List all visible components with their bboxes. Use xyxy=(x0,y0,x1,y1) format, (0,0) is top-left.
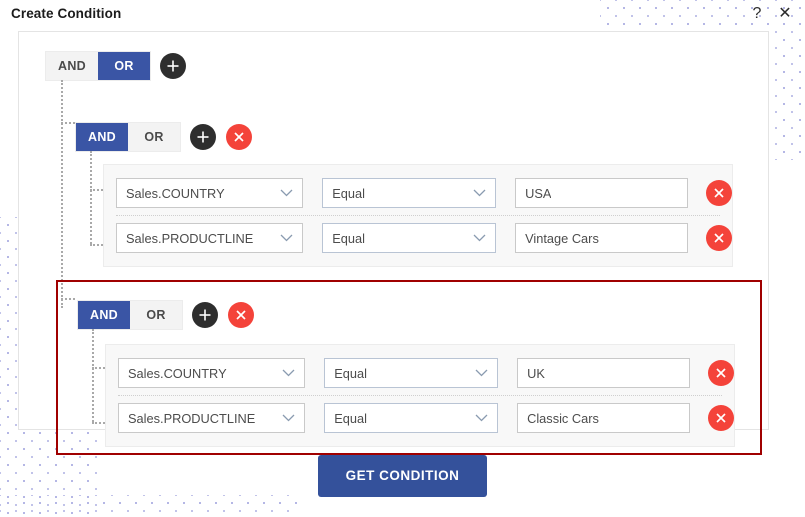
plus-icon xyxy=(167,60,179,72)
condition-delete-button[interactable] xyxy=(708,360,734,386)
operator-select[interactable]: Equal xyxy=(322,223,497,253)
operator-select[interactable]: Equal xyxy=(324,403,499,433)
field-select-value: Sales.PRODUCTLINE xyxy=(126,230,254,246)
root-operator-or[interactable]: OR xyxy=(98,52,150,80)
group-2-delete-button[interactable] xyxy=(228,302,254,328)
field-select[interactable]: Sales.COUNTRY xyxy=(118,358,306,388)
operator-select-value: Equal xyxy=(332,185,365,201)
field-select[interactable]: Sales.PRODUCTLINE xyxy=(118,403,306,433)
field-select-value: Sales.COUNTRY xyxy=(128,365,227,381)
condition-row: Sales.COUNTRY Equal USA xyxy=(104,171,732,215)
operator-select-value: Equal xyxy=(334,365,367,381)
value-input[interactable]: UK xyxy=(517,358,690,388)
close-circle-icon xyxy=(714,233,724,243)
group-2-operator-and[interactable]: AND xyxy=(78,301,130,329)
field-select-value: Sales.COUNTRY xyxy=(126,185,225,201)
operator-select[interactable]: Equal xyxy=(322,178,497,208)
value-input-text: Classic Cars xyxy=(527,410,599,426)
value-input[interactable]: USA xyxy=(515,178,688,208)
value-input-text: USA xyxy=(525,185,552,201)
group-2-conditions: Sales.COUNTRY Equal UK Sales.PRODUCTLINE… xyxy=(105,344,735,447)
plus-icon xyxy=(197,131,209,143)
chevron-down-icon xyxy=(280,184,293,202)
group-1-delete-button[interactable] xyxy=(226,124,252,150)
value-input-text: Vintage Cars xyxy=(525,230,599,246)
operator-select-value: Equal xyxy=(332,230,365,246)
root-add-group-button[interactable] xyxy=(160,53,186,79)
group-1-bar: AND OR xyxy=(76,123,252,151)
chevron-down-icon xyxy=(282,409,295,427)
operator-select[interactable]: Equal xyxy=(324,358,499,388)
condition-delete-button[interactable] xyxy=(706,225,732,251)
value-input[interactable]: Classic Cars xyxy=(517,403,690,433)
condition-row: Sales.PRODUCTLINE Equal Classic Cars xyxy=(106,396,734,440)
condition-group-2: AND OR Sales.COUNTRY Equal UK Sales.PROD… xyxy=(56,280,762,455)
close-circle-icon xyxy=(714,188,724,198)
condition-group-1: AND OR Sales.COUNTRY Equal USA Sales.PRO… xyxy=(56,104,762,267)
group-2-add-condition-button[interactable] xyxy=(192,302,218,328)
field-select-value: Sales.PRODUCTLINE xyxy=(128,410,256,426)
root-operator-and[interactable]: AND xyxy=(46,52,98,80)
group-1-operator-or[interactable]: OR xyxy=(128,123,180,151)
chevron-down-icon xyxy=(475,409,488,427)
group-1-operator-and[interactable]: AND xyxy=(76,123,128,151)
close-circle-icon xyxy=(716,368,726,378)
group-1-add-condition-button[interactable] xyxy=(190,124,216,150)
chevron-down-icon xyxy=(280,229,293,247)
window-titlebar: Create Condition ? ✕ xyxy=(0,0,805,29)
chevron-down-icon xyxy=(475,364,488,382)
group-2-bar: AND OR xyxy=(78,301,254,329)
dialog-footer: GET CONDITION xyxy=(0,455,805,497)
chevron-down-icon xyxy=(473,229,486,247)
condition-row: Sales.PRODUCTLINE Equal Vintage Cars xyxy=(104,216,732,260)
plus-icon xyxy=(199,309,211,321)
value-input-text: UK xyxy=(527,365,545,381)
condition-builder-container: AND OR AND OR Sales.COUNTRY Equal USA Sa… xyxy=(18,31,769,455)
field-select[interactable]: Sales.COUNTRY xyxy=(116,178,304,208)
close-circle-icon xyxy=(236,310,246,320)
field-select[interactable]: Sales.PRODUCTLINE xyxy=(116,223,304,253)
close-icon[interactable]: ✕ xyxy=(773,2,797,26)
root-operator-toggle[interactable]: AND OR xyxy=(46,52,150,80)
chevron-down-icon xyxy=(473,184,486,202)
root-group-bar: AND OR xyxy=(46,52,186,80)
group-2-operator-toggle[interactable]: AND OR xyxy=(78,301,182,329)
chevron-down-icon xyxy=(282,364,295,382)
group-2-operator-or[interactable]: OR xyxy=(130,301,182,329)
value-input[interactable]: Vintage Cars xyxy=(515,223,688,253)
help-icon[interactable]: ? xyxy=(745,2,769,26)
operator-select-value: Equal xyxy=(334,410,367,426)
close-circle-icon xyxy=(716,413,726,423)
decorative-dot-pattern-bottom xyxy=(0,495,300,517)
close-circle-icon xyxy=(234,132,244,142)
condition-delete-button[interactable] xyxy=(708,405,734,431)
group-1-conditions: Sales.COUNTRY Equal USA Sales.PRODUCTLIN… xyxy=(103,164,733,267)
group-1-operator-toggle[interactable]: AND OR xyxy=(76,123,180,151)
condition-delete-button[interactable] xyxy=(706,180,732,206)
condition-row: Sales.COUNTRY Equal UK xyxy=(106,351,734,395)
page-title: Create Condition xyxy=(11,6,122,21)
get-condition-button[interactable]: GET CONDITION xyxy=(317,455,488,497)
